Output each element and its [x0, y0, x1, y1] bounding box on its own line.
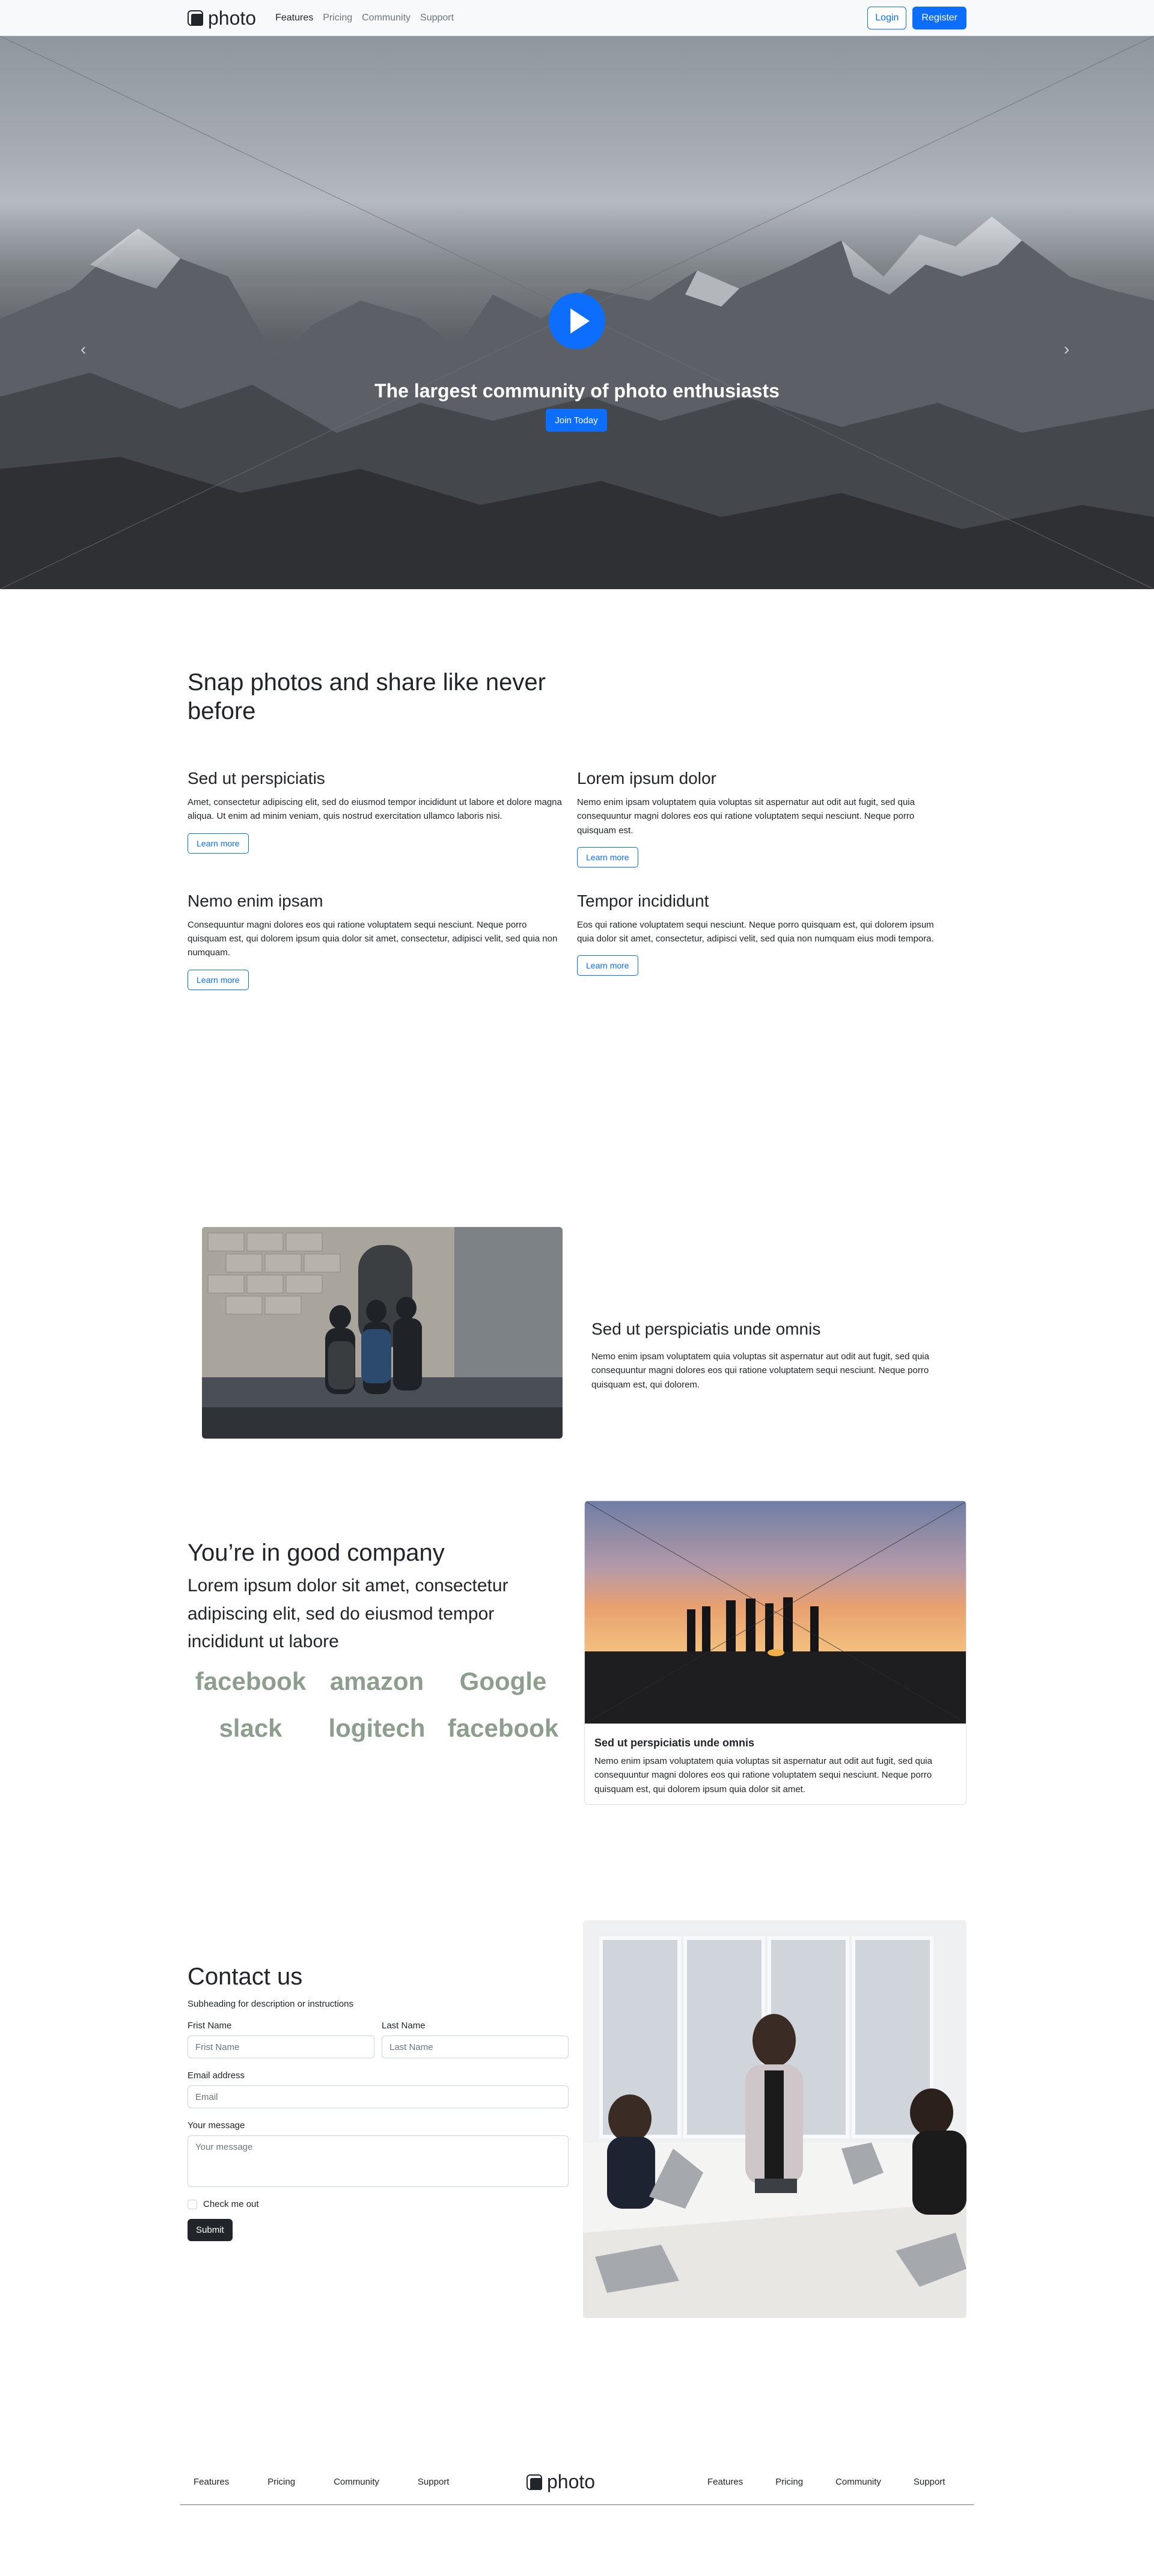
hero-title: The largest community of photo enthusias…: [374, 380, 780, 402]
brand-name: photo: [208, 7, 257, 29]
card-text: Nemo enim ipsam voluptatem quia voluptas…: [594, 1756, 932, 1794]
featurette-text: Nemo enim ipsam voluptatem quia voluptas…: [591, 1351, 929, 1390]
contact-section: Contact us Subheading for description or…: [0, 1920, 1154, 2429]
feature-text: Eos qui ratione voluptatem sequi nesciun…: [577, 919, 934, 944]
message-textarea[interactable]: Your message: [188, 2135, 569, 2187]
first-name-label: Frist Name: [188, 2021, 232, 2031]
nav-link-support[interactable]: Support: [415, 13, 459, 23]
feature-title: Nemo enim ipsam: [188, 891, 323, 910]
footer: Features Pricing Community Support photo…: [0, 2429, 1154, 2576]
first-name-input[interactable]: Frist Name: [188, 2036, 374, 2058]
check-me-out-label: Check me out: [203, 2199, 259, 2209]
company-lead: Lorem ipsum dolor sit amet, consectetur …: [188, 1576, 508, 1651]
feature-text: Consequuntur magni dolores eos qui ratio…: [188, 919, 558, 958]
info-card: Sed ut perspiciatis unde omnis Nemo enim…: [584, 1501, 966, 1805]
facebook-logo-icon: facebook: [195, 1667, 307, 1695]
email-input[interactable]: Email: [188, 2085, 569, 2108]
contact-form: Frist Name Frist Name Last Name Last Nam…: [188, 2021, 569, 2241]
check-me-out-checkbox[interactable]: [188, 2199, 197, 2209]
join-today-button[interactable]: Join Today: [546, 409, 607, 432]
nav-links: Features Pricing Community Support: [270, 13, 459, 23]
message-label: Your message: [188, 2120, 245, 2131]
footer-divider: [180, 2504, 974, 2505]
last-name-input[interactable]: Last Name: [382, 2036, 569, 2058]
company-section: You’re in good company Lorem ipsum dolor…: [0, 1501, 1154, 1920]
group-selfie-image: [202, 1227, 563, 1439]
footer-link-pricing[interactable]: Pricing: [768, 2477, 810, 2487]
learn-more-button[interactable]: Learn more: [188, 969, 249, 990]
footer-brand-name: photo: [547, 2471, 596, 2492]
top-navbar: photo Features Pricing Community Support…: [0, 0, 1154, 36]
nav-link-community[interactable]: Community: [357, 13, 415, 23]
footer-link-features[interactable]: Features: [700, 2477, 750, 2487]
last-name-label: Last Name: [382, 2021, 426, 2031]
learn-more-button[interactable]: Learn more: [577, 846, 638, 867]
feature-text: Amet, consectetur adipiscing elit, sed d…: [188, 797, 562, 822]
amazon-logo-icon: amazon: [329, 1667, 424, 1695]
footer-link-support[interactable]: Support: [411, 2477, 457, 2487]
nav-link-pricing[interactable]: Pricing: [318, 13, 357, 23]
feature-item: Nemo enim ipsam Consequuntur magni dolor…: [188, 892, 577, 990]
contact-subheading: Subheading for description or instructio…: [188, 1999, 353, 2009]
partner-logos: facebook amazon Google slack logitech fa…: [188, 1660, 566, 1750]
photo-logo-icon: [527, 2474, 542, 2490]
footer-link-features[interactable]: Features: [186, 2477, 236, 2487]
photo-logo-icon: [188, 10, 203, 26]
logitech-logo-icon: logitech: [328, 1714, 426, 1742]
office-team-image: [583, 1920, 966, 2318]
slack-logo-icon: slack: [219, 1714, 282, 1742]
company-heading: You’re in good company: [188, 1540, 445, 1566]
hero-carousel: ‹ › The largest community of photo enthu…: [0, 36, 1154, 589]
footer-link-pricing[interactable]: Pricing: [260, 2477, 302, 2487]
footer-brand[interactable]: photo: [527, 2471, 595, 2493]
nav-actions: Login Register: [867, 7, 966, 29]
featurette-title: Sed ut perspiciatis unde omnis: [591, 1320, 821, 1338]
google-logo-icon: Google: [459, 1667, 547, 1695]
facebook-logo-icon: facebook: [447, 1714, 559, 1742]
brand-logo[interactable]: photo: [188, 7, 256, 29]
play-video-icon[interactable]: [549, 293, 605, 349]
contact-heading: Contact us: [188, 1963, 303, 1990]
footer-links-left: Features Pricing Community Support: [186, 2477, 456, 2487]
footer-link-community[interactable]: Community: [828, 2477, 888, 2487]
footer-link-support[interactable]: Support: [906, 2477, 953, 2487]
feature-title: Tempor incididunt: [577, 891, 709, 910]
submit-button[interactable]: Submit: [188, 2219, 233, 2241]
email-label: Email address: [188, 2070, 245, 2081]
learn-more-button[interactable]: Learn more: [188, 833, 249, 854]
footer-links-right: Features Pricing Community Support: [700, 2477, 952, 2487]
feature-item: Sed ut perspiciatis Amet, consectetur ad…: [188, 769, 577, 867]
features-heading: Snap photos and share like never before: [188, 669, 546, 724]
feature-text: Nemo enim ipsam voluptatem quia voluptas…: [577, 797, 915, 836]
nav-link-features[interactable]: Features: [270, 13, 318, 23]
features-section: Snap photos and share like never before …: [0, 589, 1154, 1111]
chevron-left-icon[interactable]: ‹: [81, 340, 93, 358]
feature-title: Lorem ipsum dolor: [577, 769, 716, 788]
featurette-section: Sed ut perspiciatis unde omnis Nemo enim…: [0, 1111, 1154, 1501]
feature-title: Sed ut perspiciatis: [188, 769, 325, 788]
footer-link-community[interactable]: Community: [326, 2477, 386, 2487]
sunset-group-image: [585, 1501, 966, 1724]
login-button[interactable]: Login: [867, 7, 907, 29]
feature-item: Tempor incididunt Eos qui ratione volupt…: [577, 892, 966, 990]
feature-item: Lorem ipsum dolor Nemo enim ipsam volupt…: [577, 769, 966, 867]
card-title: Sed ut perspiciatis unde omnis: [594, 1737, 755, 1749]
register-button[interactable]: Register: [912, 7, 966, 29]
chevron-right-icon[interactable]: ›: [1064, 340, 1076, 358]
learn-more-button[interactable]: Learn more: [577, 955, 638, 976]
